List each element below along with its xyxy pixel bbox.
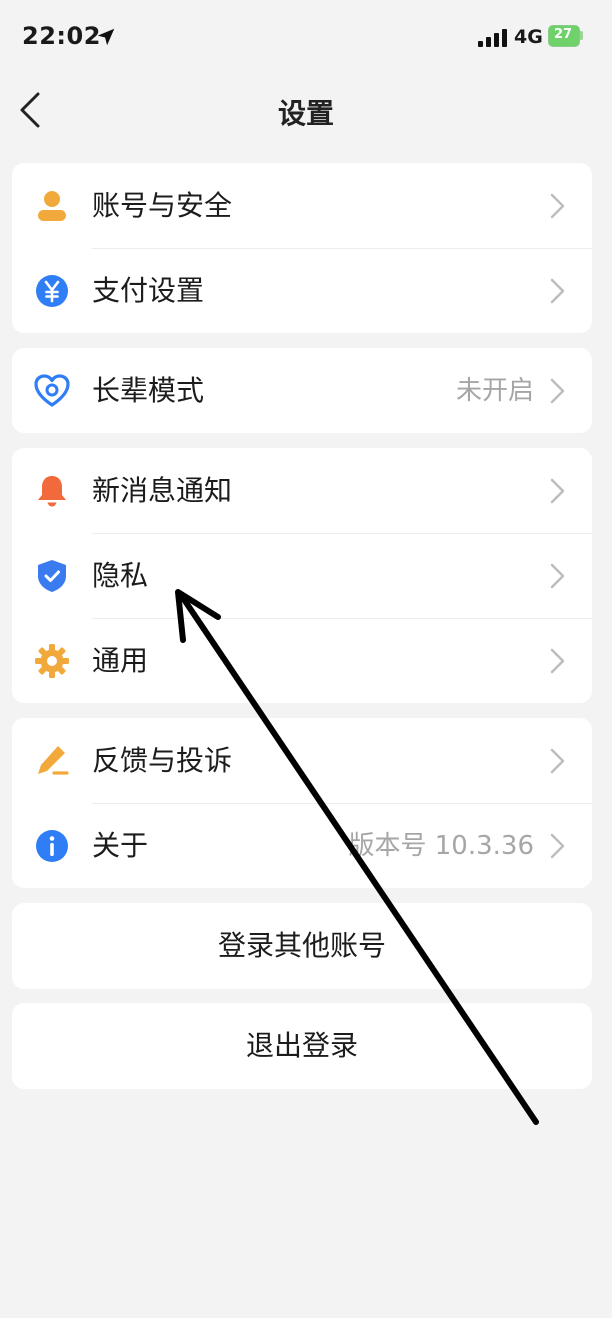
- battery-icon: 27: [548, 25, 584, 47]
- chevron-right-icon: [550, 748, 565, 774]
- chevron-right-icon: [550, 478, 565, 504]
- switch-account-button[interactable]: 登录其他账号: [12, 903, 592, 989]
- settings-group-elder: 长辈模式 未开启: [12, 348, 592, 433]
- signal-icon: [478, 29, 507, 47]
- chevron-right-icon: [550, 648, 565, 674]
- row-divider: [92, 533, 592, 534]
- settings-row-feedback[interactable]: 反馈与投诉: [12, 718, 592, 803]
- chevron-right-icon: [550, 833, 565, 859]
- settings-row-general[interactable]: 通用: [12, 618, 592, 703]
- settings-row-about[interactable]: 关于 版本号 10.3.36: [12, 803, 592, 888]
- settings-row-elder-mode[interactable]: 长辈模式 未开启: [12, 348, 592, 433]
- settings-group-general: 新消息通知 隐私 通用: [12, 448, 592, 703]
- chevron-right-icon: [550, 378, 565, 404]
- chevron-right-icon: [550, 563, 565, 589]
- settings-row-payment[interactable]: 支付设置: [12, 248, 592, 333]
- battery-level: 27: [553, 27, 573, 42]
- switch-account-label: 登录其他账号: [217, 929, 386, 962]
- gear-icon: [35, 644, 69, 678]
- settings-row-label: 账号与安全: [92, 189, 233, 222]
- info-icon: [36, 830, 68, 862]
- page-title: 设置: [277, 97, 334, 130]
- row-divider: [92, 618, 592, 619]
- heart-icon: [34, 374, 70, 407]
- person-icon: [38, 191, 66, 221]
- settings-row-label: 关于: [92, 829, 149, 862]
- elder-mode-status: 未开启: [455, 376, 534, 406]
- nav-bar: 设置: [0, 76, 612, 146]
- settings-group-support: 反馈与投诉 关于 版本号 10.3.36: [12, 718, 592, 888]
- status-bar: 22:02 4G 27: [0, 0, 612, 76]
- row-divider: [92, 803, 592, 804]
- logout-button[interactable]: 退出登录: [12, 1003, 592, 1089]
- location-arrow-icon: [97, 28, 115, 46]
- pencil-icon: [38, 746, 69, 775]
- settings-row-label: 反馈与投诉: [92, 744, 233, 777]
- settings-row-label: 隐私: [92, 559, 149, 592]
- settings-group-account: 账号与安全 支付设置: [12, 163, 592, 333]
- chevron-right-icon: [550, 278, 565, 304]
- settings-row-label: 支付设置: [92, 274, 205, 307]
- logout-label: 退出登录: [245, 1029, 358, 1062]
- settings-row-privacy[interactable]: 隐私: [12, 533, 592, 618]
- bell-icon: [38, 476, 66, 507]
- yuan-icon: [36, 275, 68, 307]
- shield-icon: [38, 560, 66, 592]
- settings-row-label: 通用: [92, 644, 149, 677]
- chevron-right-icon: [550, 193, 565, 219]
- settings-row-label: 长辈模式: [92, 374, 205, 407]
- settings-row-label: 新消息通知: [92, 474, 233, 507]
- settings-row-notifications[interactable]: 新消息通知: [12, 448, 592, 533]
- network-type: 4G: [514, 26, 543, 48]
- row-divider: [92, 248, 592, 249]
- settings-row-account-security[interactable]: 账号与安全: [12, 163, 592, 248]
- app-version: 版本号 10.3.36: [348, 831, 534, 861]
- status-time: 22:02: [22, 22, 101, 50]
